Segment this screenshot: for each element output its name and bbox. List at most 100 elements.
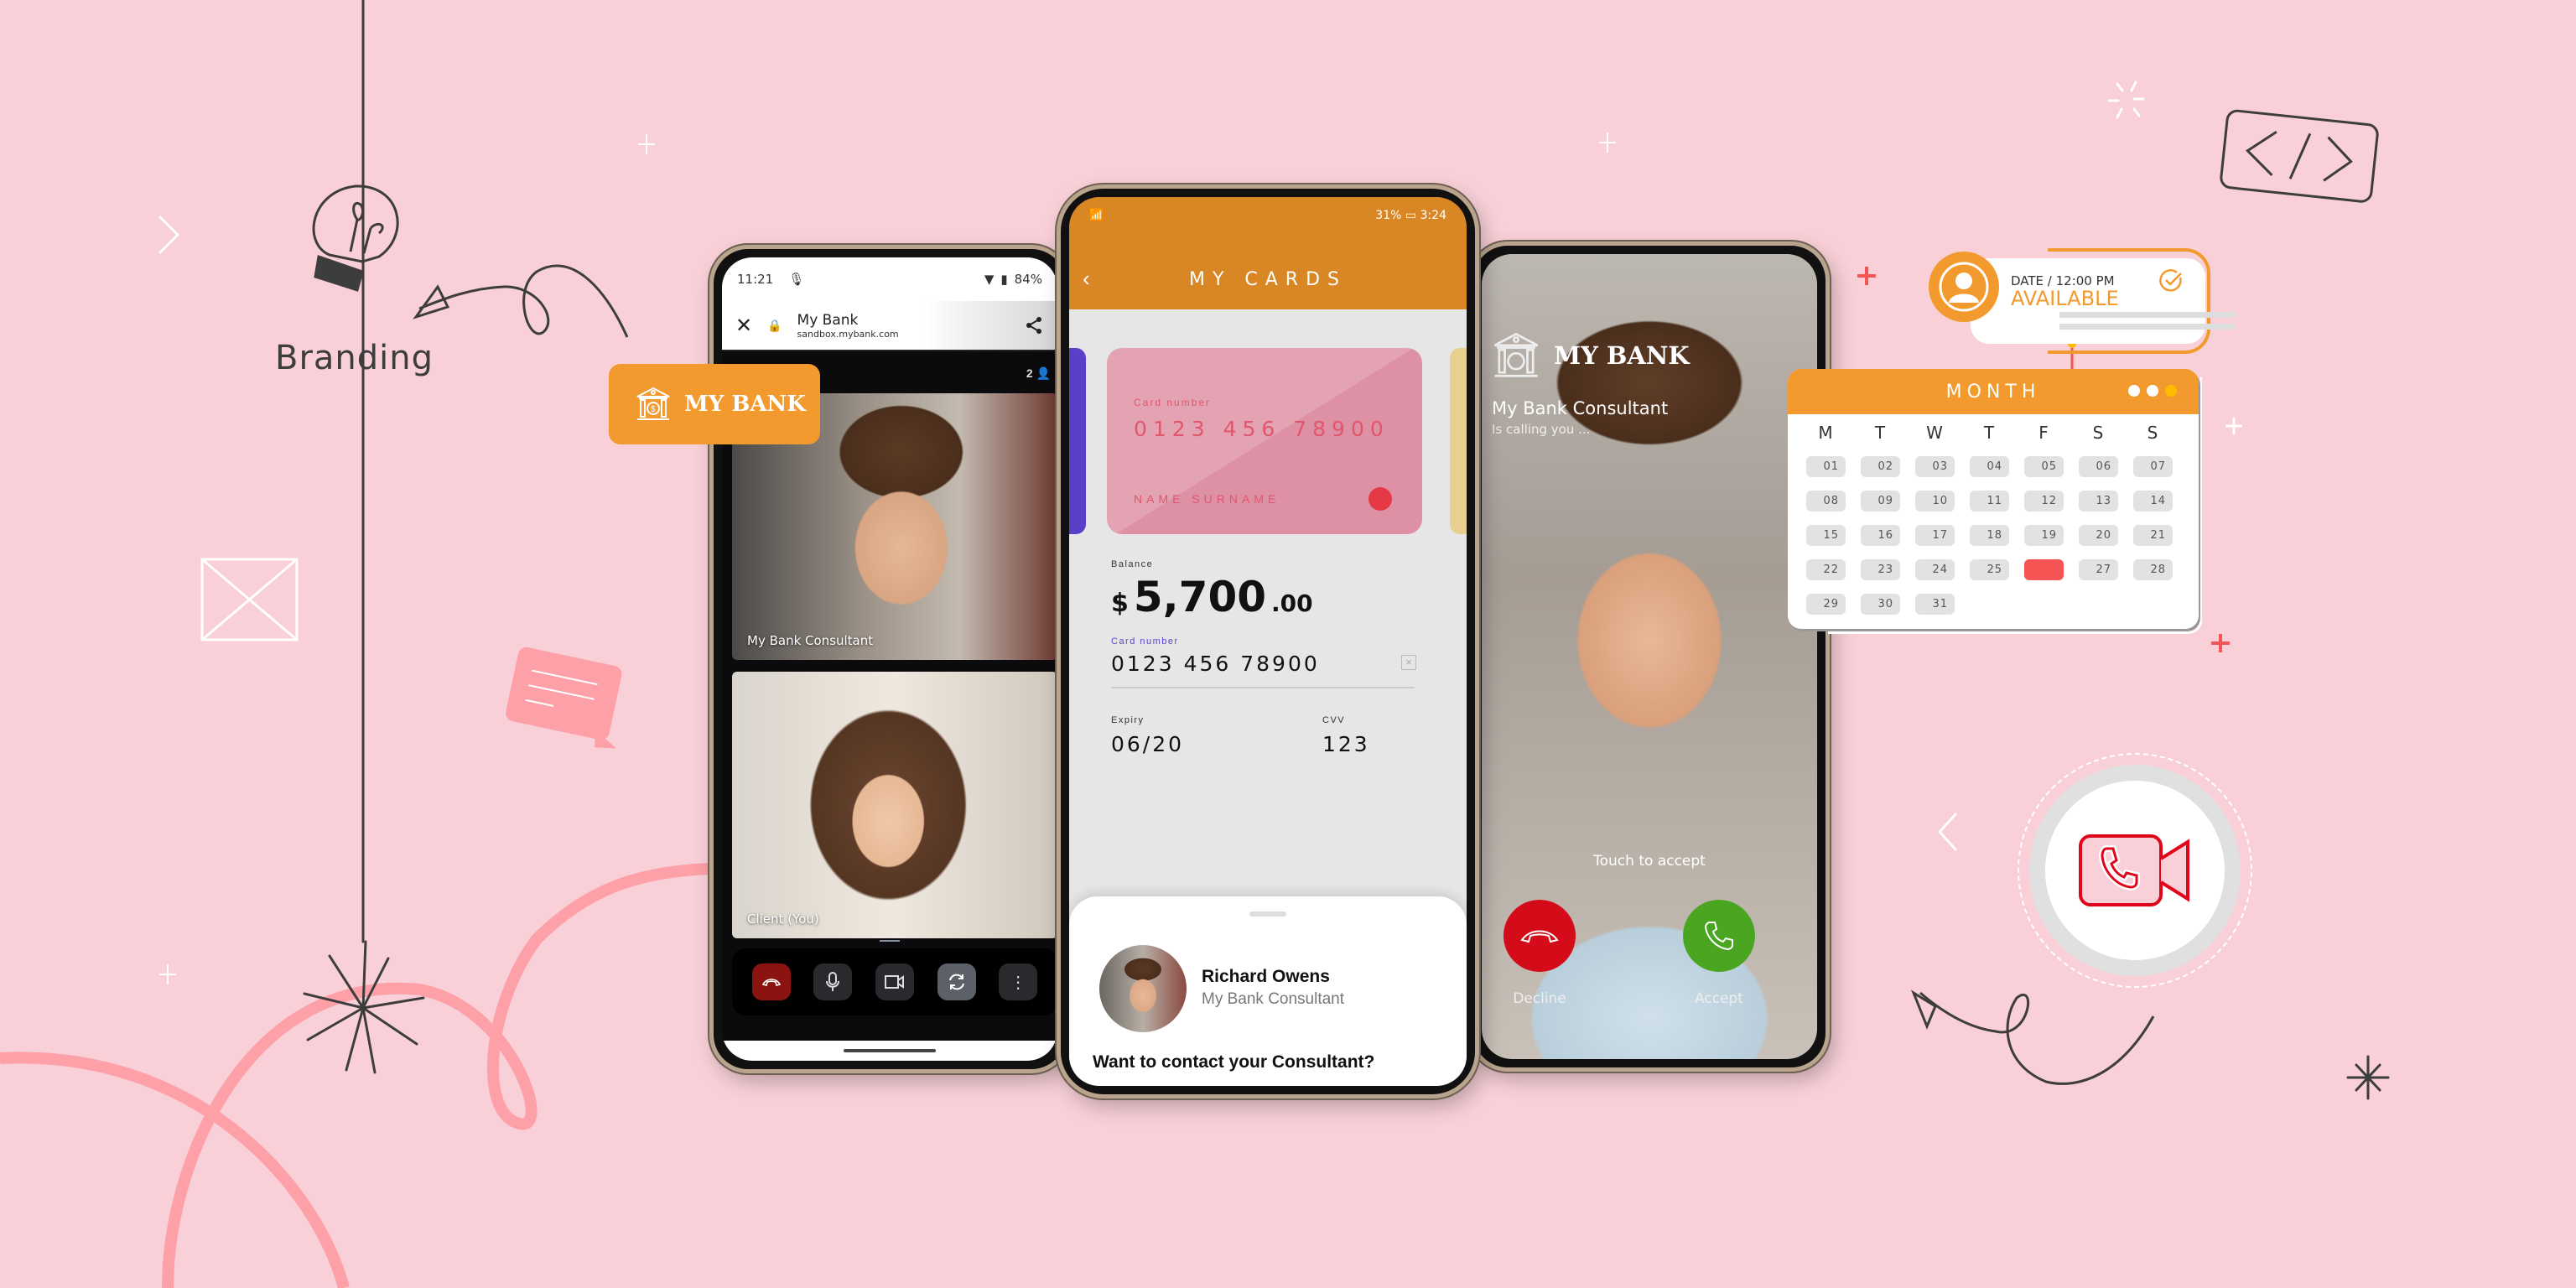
share-icon[interactable]	[1024, 315, 1044, 335]
more-options-button[interactable]: ⋮	[999, 963, 1038, 1000]
calendar-day[interactable]: 25	[1970, 559, 2009, 580]
check-circle-icon	[2159, 269, 2182, 292]
calendar-day[interactable]: 20	[2079, 525, 2118, 546]
page-title: MY CARDS	[1188, 269, 1347, 290]
video-call-icon	[2079, 834, 2189, 906]
weekday-label: S	[2147, 423, 2158, 443]
tile-label: My Bank Consultant	[747, 633, 874, 648]
phone-icon	[1704, 922, 1733, 951]
video-call-button[interactable]	[2045, 781, 2225, 960]
user-icon	[1939, 262, 1989, 312]
calendar-day[interactable]: 09	[1861, 491, 1900, 512]
battery-icon: ▮	[1000, 272, 1008, 287]
battery-level: 84%	[1014, 272, 1042, 287]
placeholder-line	[2059, 312, 2236, 318]
video-tile-client[interactable]: Client (You)	[732, 672, 1057, 938]
contact-question: Want to contact your Consultant?	[1093, 1052, 1375, 1072]
calendar-day[interactable]: 17	[1915, 525, 1955, 546]
signal-wifi-icons: 📶	[1089, 209, 1104, 222]
sparkle-icon	[159, 964, 176, 984]
calendar-day[interactable]: 06	[2079, 456, 2118, 477]
credit-card[interactable]: Card number 0123 456 78900 NAME SURNAME	[1107, 348, 1422, 534]
expiry-field[interactable]: 06/20	[1111, 732, 1184, 756]
curly-arrow-icon	[1910, 989, 2155, 1085]
calendar-header: MONTH	[1788, 369, 2199, 414]
calendar-day[interactable]: 23	[1861, 559, 1900, 580]
calendar-day[interactable]: 27	[2079, 559, 2118, 580]
calendar-grid: M T W T F S S 01 02 03 04 05 06 07 08 09 10 11 12 13 14 15 16 1…	[1788, 414, 2199, 615]
calendar-day[interactable]: 01	[1806, 456, 1846, 477]
calendar-day[interactable]: 24	[1915, 559, 1955, 580]
camera-toggle-button[interactable]	[875, 963, 914, 1000]
card-number-field-label: Card number	[1111, 636, 1179, 647]
plus-icon	[2225, 418, 2242, 434]
cvv-field[interactable]: 123	[1322, 732, 1370, 756]
card-number: 0123 456 78900	[1134, 417, 1389, 441]
clear-icon[interactable]: ×	[1401, 655, 1416, 670]
avatar	[1099, 945, 1187, 1032]
page-title: My Bank	[797, 311, 859, 329]
calendar-day[interactable]: 08	[1806, 491, 1846, 512]
calendar-day[interactable]: 31	[1915, 594, 1955, 615]
weekday-label: F	[2038, 423, 2049, 443]
microphone-icon	[826, 972, 840, 991]
switch-camera-button[interactable]	[937, 963, 976, 1000]
calendar-day[interactable]: 07	[2133, 456, 2173, 477]
end-call-button[interactable]	[751, 963, 791, 1000]
chat-bubble-icon	[506, 647, 622, 749]
accept-button[interactable]	[1683, 900, 1755, 972]
calendar-day[interactable]: 22	[1806, 559, 1846, 580]
calendar-day[interactable]: 11	[1970, 491, 2009, 512]
card-next[interactable]	[1450, 348, 1467, 534]
calendar-day[interactable]: 21	[2133, 525, 2173, 546]
card-number-field[interactable]: 0123 456 78900	[1111, 652, 1320, 676]
mute-button[interactable]	[813, 963, 853, 1000]
decline-label: Decline	[1513, 990, 1566, 1007]
calendar-day[interactable]: 18	[1970, 525, 2009, 546]
close-icon[interactable]: ✕	[735, 314, 752, 338]
calendar-day[interactable]: 19	[2024, 525, 2064, 546]
calendar-day[interactable]: 28	[2133, 559, 2173, 580]
calendar-day[interactable]: 15	[1806, 525, 1846, 546]
calendar-day[interactable]: 30	[1861, 594, 1900, 615]
calendar-day[interactable]: 14	[2133, 491, 2173, 512]
participants-count[interactable]: 2 👤	[1026, 366, 1051, 381]
card-holder: NAME SURNAME	[1134, 492, 1280, 506]
bank-icon	[1493, 332, 1539, 377]
code-tag-icon	[2220, 109, 2379, 203]
caller-status: Is calling you ...	[1492, 422, 1591, 437]
weekday-label: M	[1818, 423, 1833, 443]
card-chip-dot	[1368, 487, 1392, 511]
calendar: MONTH M T W T F S S 01 02 03 04 05 06 07 08 09 10 11 12 13 1…	[1788, 369, 2199, 629]
calendar-day[interactable]: 13	[2079, 491, 2118, 512]
switch-camera-icon	[948, 974, 964, 990]
consultant-name: Richard Owens	[1202, 967, 1330, 986]
decline-button[interactable]	[1504, 900, 1576, 972]
placeholder-line	[2059, 324, 2236, 330]
brand-logo: MY BANK	[1490, 330, 1690, 382]
caller-name: My Bank Consultant	[1492, 398, 1669, 418]
status-time: 3:24	[1420, 209, 1446, 222]
touch-hint: Touch to accept	[1593, 853, 1706, 870]
calendar-day[interactable]: 03	[1915, 456, 1955, 477]
drag-handle[interactable]	[880, 940, 900, 942]
calendar-day[interactable]: 16	[1861, 525, 1900, 546]
sheet-handle[interactable]	[1249, 911, 1286, 917]
calendar-day[interactable]: 10	[1915, 491, 1955, 512]
calendar-day[interactable]: 02	[1861, 456, 1900, 477]
calendar-day[interactable]: 04	[1970, 456, 2009, 477]
card-previous[interactable]	[1069, 348, 1086, 534]
mic-status-icon: 🎙	[788, 272, 805, 287]
consultant-role: My Bank Consultant	[1202, 990, 1345, 1008]
hang-up-icon	[1520, 930, 1559, 943]
page-url[interactable]: sandbox.mybank.com	[797, 329, 899, 340]
contact-sheet: Richard Owens My Bank Consultant Want to…	[1069, 896, 1467, 1086]
calendar-day[interactable]: 05	[2024, 456, 2064, 477]
more-vertical-icon: ⋮	[1010, 973, 1027, 992]
calendar-day-selected[interactable]	[2024, 559, 2064, 580]
calendar-day[interactable]: 12	[2024, 491, 2064, 512]
weekday-label: T	[1874, 423, 1886, 443]
weekday-label: W	[1926, 423, 1943, 443]
browser-bar: ✕ 🔒 My Bank sandbox.mybank.com	[722, 301, 1057, 351]
calendar-day[interactable]: 29	[1806, 594, 1846, 615]
